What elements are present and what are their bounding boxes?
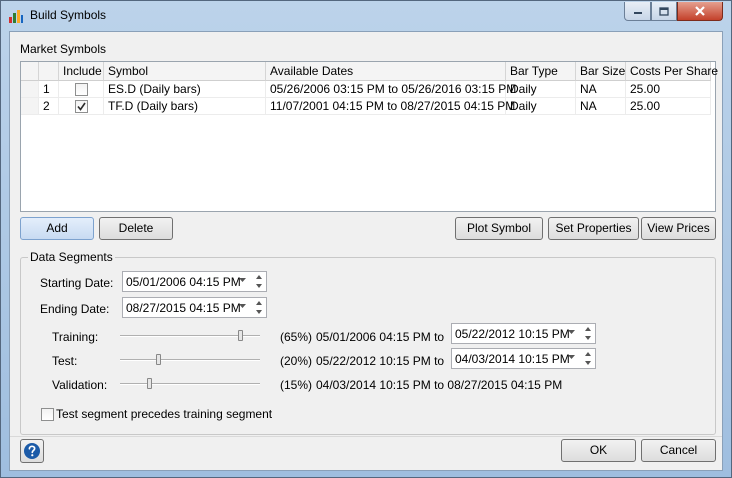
validation-slider[interactable] xyxy=(120,378,260,390)
column-header-costs-per-share[interactable]: Costs Per Share xyxy=(626,62,718,81)
symbol-cell: TF.D (Daily bars) xyxy=(104,98,266,115)
training-end-value: 05/22/2012 10:15 PM xyxy=(455,327,570,341)
training-range: 05/01/2006 04:15 PM to xyxy=(316,330,445,344)
slider-thumb[interactable] xyxy=(156,354,161,365)
include-checkbox[interactable] xyxy=(75,83,88,96)
starting-date-value: 05/01/2006 04:15 PM xyxy=(126,275,241,289)
row-selector[interactable] xyxy=(21,98,39,115)
row-number: 2 xyxy=(39,98,59,115)
close-icon xyxy=(695,6,705,16)
costs-per-share-cell: 25.00 xyxy=(626,98,711,115)
row-header-corner xyxy=(21,62,39,81)
column-header-include[interactable]: Include xyxy=(59,62,104,81)
bar-type-cell: Daily xyxy=(506,81,576,98)
available-dates-cell: 05/26/2006 03:15 PM to 05/26/2016 03:15 … xyxy=(266,81,516,98)
slider-thumb[interactable] xyxy=(238,330,243,341)
symbols-grid[interactable]: Include Symbol Available Dates Bar Type … xyxy=(20,61,718,212)
chevron-down-icon[interactable] xyxy=(239,304,246,309)
test-slider[interactable] xyxy=(120,354,260,366)
training-end-picker[interactable]: 05/22/2012 10:15 PM xyxy=(451,323,596,344)
window-title: Build Symbols xyxy=(30,8,107,22)
bar-size-cell: NA xyxy=(576,81,626,98)
test-range: 05/22/2012 10:15 PM to xyxy=(316,354,445,368)
bar-size-cell: NA xyxy=(576,98,626,115)
spinner-icon[interactable] xyxy=(584,325,592,342)
test-percent: (20%) xyxy=(280,354,313,368)
training-label: Training: xyxy=(52,330,99,344)
close-button[interactable] xyxy=(677,2,723,21)
row-number-header xyxy=(39,62,59,81)
slider-thumb[interactable] xyxy=(147,378,152,389)
checkmark-icon xyxy=(77,102,86,111)
build-symbols-window: Build Symbols Market Symbols Include Sym… xyxy=(0,0,732,478)
test-precedes-training-checkbox[interactable] xyxy=(41,408,54,421)
title-bar[interactable]: Build Symbols xyxy=(1,1,731,31)
training-slider[interactable] xyxy=(120,330,260,342)
column-header-bar-type[interactable]: Bar Type xyxy=(506,62,576,81)
symbol-cell: ES.D (Daily bars) xyxy=(104,81,266,98)
table-row[interactable]: 1 ES.D (Daily bars) 05/26/2006 03:15 PM … xyxy=(21,81,715,98)
footer-divider xyxy=(10,436,722,437)
test-end-value: 04/03/2014 10:15 PM xyxy=(455,352,570,366)
chevron-down-icon[interactable] xyxy=(239,278,246,283)
spinner-icon[interactable] xyxy=(584,350,592,367)
column-header-symbol[interactable]: Symbol xyxy=(104,62,266,81)
costs-per-share-cell: 25.00 xyxy=(626,81,711,98)
ok-button[interactable]: OK xyxy=(561,439,636,462)
validation-percent: (15%) xyxy=(280,378,313,392)
test-precedes-training-label: Test segment precedes training segment xyxy=(56,407,273,421)
plot-symbol-button[interactable]: Plot Symbol xyxy=(455,217,543,240)
column-header-bar-size[interactable]: Bar Size xyxy=(576,62,626,81)
chevron-down-icon[interactable] xyxy=(568,355,575,360)
minimize-button[interactable] xyxy=(624,2,651,21)
view-prices-button[interactable]: View Prices xyxy=(641,217,716,240)
slider-track xyxy=(120,359,260,361)
available-dates-cell: 11/07/2001 04:15 PM to 08/27/2015 04:15 … xyxy=(266,98,515,115)
spinner-icon[interactable] xyxy=(255,273,263,290)
help-button[interactable] xyxy=(20,439,44,463)
starting-date-picker[interactable]: 05/01/2006 04:15 PM xyxy=(122,271,267,292)
test-end-picker[interactable]: 04/03/2014 10:15 PM xyxy=(451,348,596,369)
table-row[interactable]: 2 TF.D (Daily bars) 11/07/2001 04:15 PM … xyxy=(21,98,715,115)
row-number: 1 xyxy=(39,81,59,98)
bar-type-cell: Daily xyxy=(506,98,576,115)
training-percent: (65%) xyxy=(280,330,313,344)
spinner-icon[interactable] xyxy=(255,299,263,316)
ending-date-label: Ending Date: xyxy=(40,302,110,316)
market-symbols-label: Market Symbols xyxy=(20,42,107,56)
delete-button[interactable]: Delete xyxy=(99,217,173,240)
validation-label: Validation: xyxy=(52,378,108,392)
ending-date-picker[interactable]: 08/27/2015 04:15 PM xyxy=(122,297,267,318)
validation-range: 04/03/2014 10:15 PM to 08/27/2015 04:15 … xyxy=(316,378,563,392)
maximize-icon xyxy=(659,6,669,16)
app-icon xyxy=(9,10,23,23)
chevron-down-icon[interactable] xyxy=(568,330,575,335)
test-label: Test: xyxy=(52,354,78,368)
dialog-body: Market Symbols Include Symbol Available … xyxy=(9,31,723,471)
starting-date-label: Starting Date: xyxy=(40,276,114,290)
help-icon xyxy=(24,443,40,459)
include-cell xyxy=(59,81,104,98)
row-selector[interactable] xyxy=(21,81,39,98)
cancel-button[interactable]: Cancel xyxy=(641,439,716,462)
add-button[interactable]: Add xyxy=(20,217,94,240)
include-cell xyxy=(59,98,104,115)
maximize-button[interactable] xyxy=(651,2,677,21)
column-header-available-dates[interactable]: Available Dates xyxy=(266,62,506,81)
include-checkbox[interactable] xyxy=(75,100,88,113)
set-properties-button[interactable]: Set Properties xyxy=(548,217,639,240)
slider-track xyxy=(120,383,260,385)
ending-date-value: 08/27/2015 04:15 PM xyxy=(126,301,241,315)
minimize-icon xyxy=(633,12,642,14)
data-segments-label: Data Segments xyxy=(28,250,115,264)
